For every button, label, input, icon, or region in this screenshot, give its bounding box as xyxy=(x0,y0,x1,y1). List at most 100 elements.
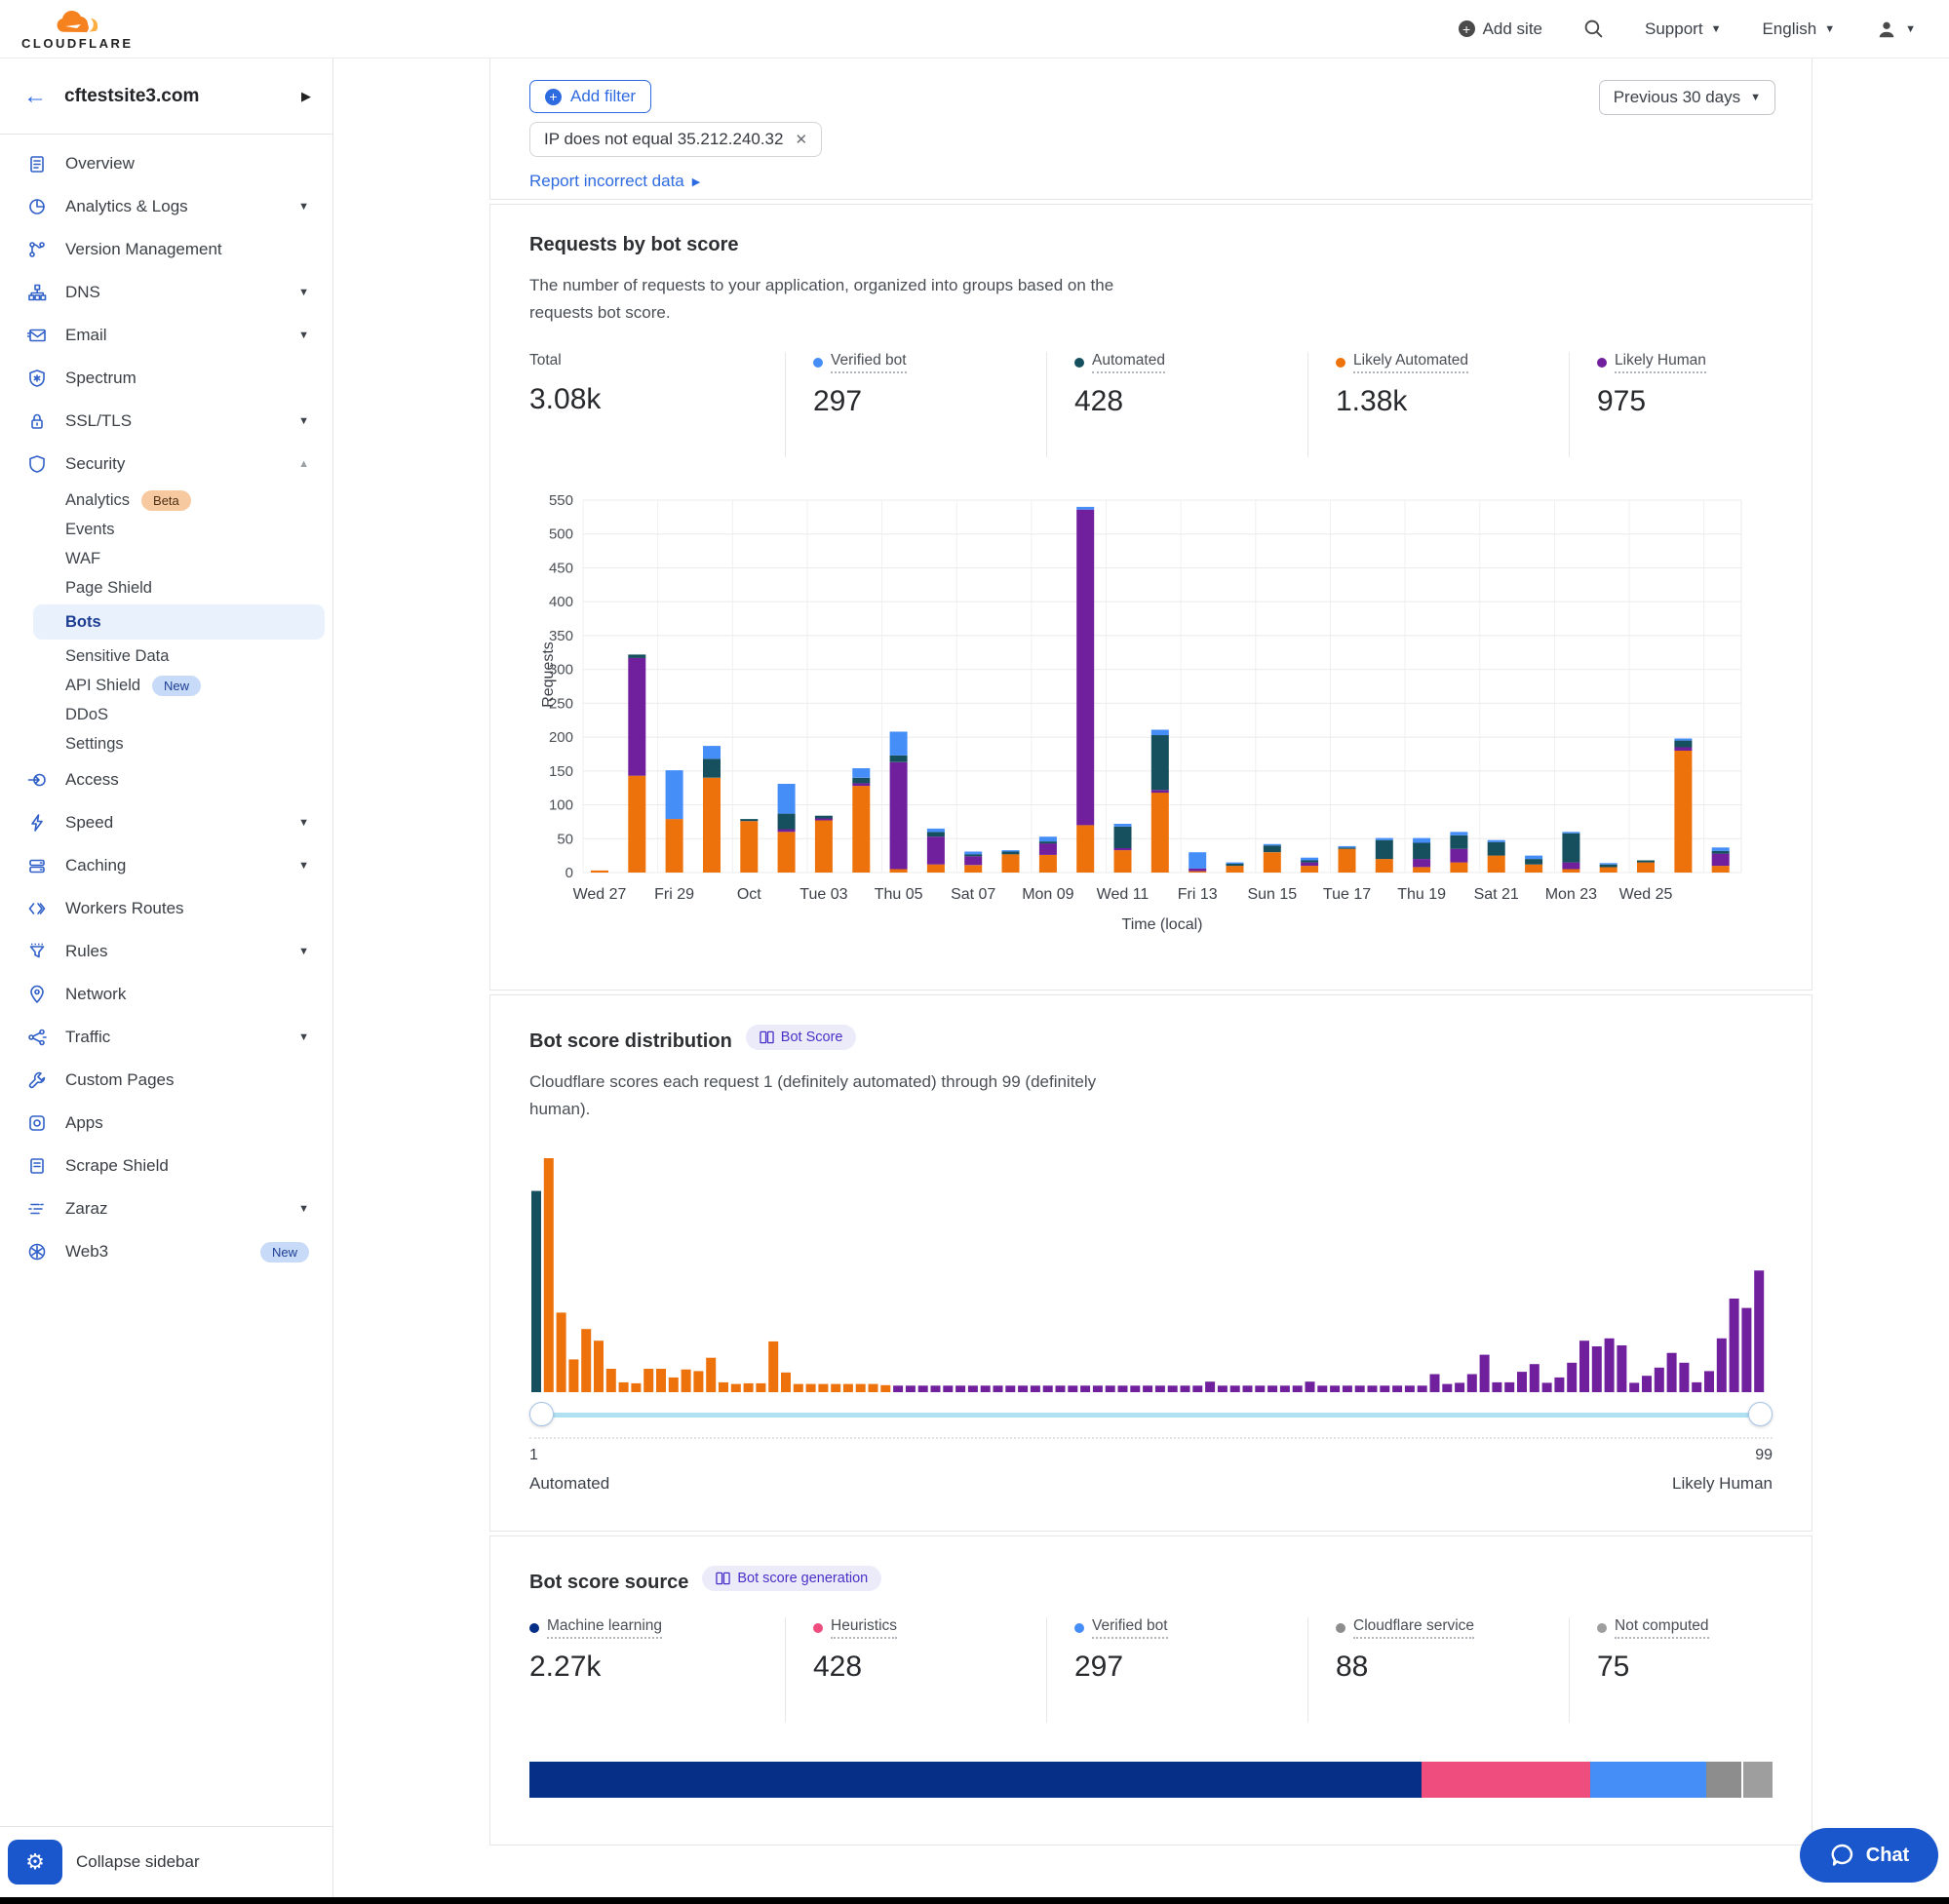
histogram-bar[interactable] xyxy=(1080,1385,1090,1392)
bar-segment[interactable] xyxy=(1264,844,1281,845)
histogram-bar[interactable] xyxy=(531,1191,541,1392)
sidebar-item-bots[interactable]: Bots xyxy=(33,604,325,640)
histogram-bar[interactable] xyxy=(1667,1353,1677,1392)
histogram-bar[interactable] xyxy=(1405,1385,1415,1392)
sidebar-item-caching[interactable]: Caching▼ xyxy=(0,844,332,887)
bar-segment[interactable] xyxy=(1488,842,1505,856)
bot-score-generation-doc-badge[interactable]: Bot score generation xyxy=(702,1566,881,1591)
histogram-bar[interactable] xyxy=(943,1385,953,1392)
bar-segment[interactable] xyxy=(1227,866,1244,873)
bar-segment[interactable] xyxy=(1712,866,1730,873)
sidebar-item-scrape-shield[interactable]: Scrape Shield xyxy=(0,1145,332,1187)
bar-segment[interactable] xyxy=(927,836,945,865)
histogram-bar[interactable] xyxy=(968,1385,978,1392)
histogram-bar[interactable] xyxy=(719,1382,728,1392)
bar-segment[interactable] xyxy=(927,832,945,836)
bar-segment[interactable] xyxy=(1227,863,1244,864)
histogram-bar[interactable] xyxy=(1130,1385,1140,1392)
close-icon[interactable]: ✕ xyxy=(795,131,807,148)
sidebar-item-workers-routes[interactable]: Workers Routes xyxy=(0,887,332,930)
bar-segment[interactable] xyxy=(1301,861,1318,863)
bar-segment[interactable] xyxy=(1301,858,1318,861)
bar-segment[interactable] xyxy=(1039,836,1057,841)
bar-segment[interactable] xyxy=(1151,735,1169,790)
bar-segment[interactable] xyxy=(778,814,796,830)
sidebar-item-apps[interactable]: Apps xyxy=(0,1102,332,1145)
bar-segment[interactable] xyxy=(1413,838,1430,843)
histogram-bar[interactable] xyxy=(631,1383,641,1392)
histogram-bar[interactable] xyxy=(1629,1383,1639,1393)
bar-segment[interactable] xyxy=(1712,854,1730,867)
bar-segment[interactable] xyxy=(1002,850,1020,851)
bar-segment[interactable] xyxy=(1600,867,1618,873)
bar-segment[interactable] xyxy=(927,865,945,873)
bar-segment[interactable] xyxy=(778,832,796,873)
bar-segment[interactable] xyxy=(852,778,870,784)
histogram-bar[interactable] xyxy=(1118,1385,1128,1392)
bar-segment[interactable] xyxy=(1376,859,1393,873)
histogram-bar[interactable] xyxy=(706,1358,716,1392)
bar-segment[interactable] xyxy=(666,819,683,873)
bar-segment[interactable] xyxy=(1151,793,1169,873)
search-button[interactable] xyxy=(1583,19,1604,39)
histogram-bar[interactable] xyxy=(1480,1355,1490,1392)
bar-segment[interactable] xyxy=(1339,849,1356,873)
bar-segment[interactable] xyxy=(1525,865,1542,873)
histogram-bar[interactable] xyxy=(1106,1385,1115,1392)
sidebar-item-events[interactable]: Events xyxy=(0,515,332,544)
bar-segment[interactable] xyxy=(852,783,870,786)
bar-segment[interactable] xyxy=(1114,824,1132,827)
bar-segment[interactable] xyxy=(1189,852,1206,869)
filter-chip[interactable]: IP does not equal 35.212.240.32 ✕ xyxy=(529,122,822,157)
bar-segment[interactable] xyxy=(1151,730,1169,736)
histogram-bar[interactable] xyxy=(606,1369,616,1392)
sidebar-item-security[interactable]: Security▲ xyxy=(0,443,332,486)
histogram-bar[interactable] xyxy=(1642,1376,1652,1392)
bar-segment[interactable] xyxy=(1450,849,1467,863)
histogram-bar[interactable] xyxy=(1567,1363,1577,1392)
histogram-bar[interactable] xyxy=(794,1384,803,1392)
histogram-bar[interactable] xyxy=(682,1370,691,1392)
histogram-bar[interactable] xyxy=(931,1385,941,1392)
histogram-bar[interactable] xyxy=(1392,1385,1402,1392)
bar-segment[interactable] xyxy=(1339,846,1356,847)
sidebar-item-version-management[interactable]: Version Management xyxy=(0,228,332,271)
bar-segment[interactable] xyxy=(815,821,833,874)
bar-segment[interactable] xyxy=(591,871,608,873)
histogram-bar[interactable] xyxy=(831,1384,840,1392)
sidebar-item-analytics-logs[interactable]: Analytics & Logs▼ xyxy=(0,185,332,228)
histogram-bar[interactable] xyxy=(619,1382,629,1392)
bar-segment[interactable] xyxy=(890,732,908,756)
settings-gear-button[interactable]: ⚙ xyxy=(8,1840,62,1885)
back-arrow-icon[interactable]: ← xyxy=(23,85,47,108)
histogram-bar[interactable] xyxy=(1330,1385,1340,1392)
slider-track[interactable] xyxy=(539,1413,1763,1418)
bar-segment[interactable] xyxy=(1264,852,1281,873)
bar-segment[interactable] xyxy=(628,654,645,658)
histogram-bar[interactable] xyxy=(1430,1375,1440,1393)
histogram-bar[interactable] xyxy=(1192,1385,1202,1392)
sidebar-item-web3[interactable]: Web3New xyxy=(0,1230,332,1273)
sidebar-item-email[interactable]: Email▼ xyxy=(0,314,332,357)
histogram-bar[interactable] xyxy=(1181,1385,1190,1392)
histogram-bar[interactable] xyxy=(1243,1385,1253,1392)
bar-segment[interactable] xyxy=(1339,847,1356,848)
bar-segment[interactable] xyxy=(1413,867,1430,873)
bar-segment[interactable] xyxy=(1076,510,1094,826)
bar-segment[interactable] xyxy=(1076,507,1094,510)
bar-segment[interactable] xyxy=(666,770,683,819)
bar-segment[interactable] xyxy=(1114,850,1132,873)
histogram-bar[interactable] xyxy=(1155,1385,1165,1392)
histogram-bar[interactable] xyxy=(893,1385,903,1392)
source-segment-not-computed[interactable] xyxy=(1741,1762,1773,1798)
report-incorrect-data-link[interactable]: Report incorrect data ▶ xyxy=(529,172,700,191)
histogram-bar[interactable] xyxy=(981,1385,991,1392)
histogram-bar[interactable] xyxy=(1368,1385,1378,1392)
bar-segment[interactable] xyxy=(1674,741,1692,748)
source-segment-heuristics[interactable] xyxy=(1422,1762,1590,1798)
bar-segment[interactable] xyxy=(1002,854,1020,873)
histogram-bar[interactable] xyxy=(1542,1383,1552,1393)
bar-segment[interactable] xyxy=(1264,845,1281,852)
bar-segment[interactable] xyxy=(964,852,982,855)
histogram-bar[interactable] xyxy=(1517,1372,1527,1392)
